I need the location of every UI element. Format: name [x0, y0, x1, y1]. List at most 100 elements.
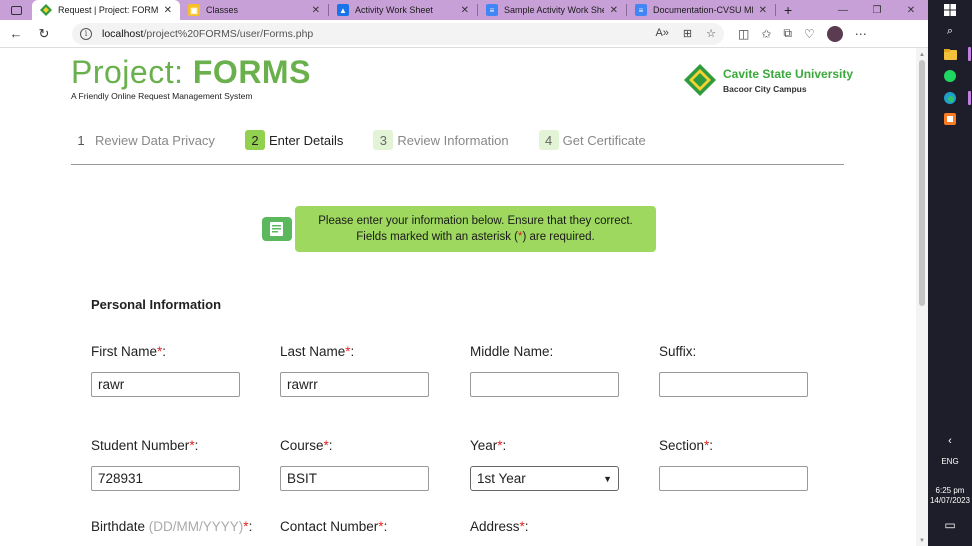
step-review-information[interactable]: 3 Review Information [373, 130, 509, 150]
first-name-group: First Name*: rawr [91, 344, 240, 397]
section-group: Section*: [659, 438, 808, 491]
suffix-label: Suffix: [659, 344, 697, 359]
close-icon[interactable]: ✕ [461, 5, 469, 16]
search-icon[interactable]: ⌕ [942, 24, 958, 38]
first-name-input[interactable]: rawr [91, 372, 240, 397]
windows-start-icon[interactable] [942, 3, 958, 17]
middle-name-input[interactable] [470, 372, 619, 397]
site-subtitle: A Friendly Online Request Management Sys… [71, 91, 253, 101]
section-label: Section*: [659, 438, 714, 453]
year-group: Year*: 1st Year ▼ [470, 438, 619, 491]
address-group: Address*: [470, 519, 529, 534]
favorites-icon[interactable]: ✩ [761, 27, 771, 41]
clock-date[interactable]: 14/07/2023 [928, 496, 972, 505]
active-indicator [968, 47, 971, 61]
first-name-label: First Name*: [91, 344, 167, 359]
scroll-up-icon[interactable]: ▲ [919, 52, 925, 58]
address-label: Address*: [470, 519, 529, 534]
step-number: 4 [538, 130, 559, 150]
language-indicator[interactable]: ENG [928, 457, 972, 466]
tab-documentation[interactable]: ≡ Documentation-CVSU MEI ✕ [627, 0, 775, 20]
course-group: Course*: BSIT [280, 438, 429, 491]
tab-sample-activity[interactable]: ≡ Sample Activity Work Shee ✕ [478, 0, 626, 20]
campus-name: Bacoor City Campus [723, 83, 807, 94]
notifications-icon[interactable]: ▭ [928, 518, 972, 532]
tab-activity-work-sheet[interactable]: ▲ Activity Work Sheet ✕ [329, 0, 477, 20]
contact-number-label: Contact Number*: [280, 519, 388, 534]
notice-line-2: Fields marked with an asterisk (*) are r… [295, 229, 656, 245]
more-menu-icon[interactable]: ⋯ [855, 27, 867, 41]
profile-avatar[interactable] [826, 25, 843, 42]
browser-tab-bar: Request | Project: FORMS ✕ ▣ Classes ✕ ▲… [0, 0, 928, 20]
page-scrollbar[interactable]: ▲ ▼ [916, 48, 928, 546]
url-field[interactable]: i localhost/project%20FORMS/user/Forms.p… [72, 22, 724, 45]
back-button[interactable]: ← [4, 22, 28, 46]
read-aloud-icon[interactable]: A» [655, 27, 668, 40]
app-available-icon[interactable]: ⊞ [683, 27, 692, 40]
notice-text: Fields marked with an asterisk ( [356, 231, 518, 243]
extensions-icon[interactable]: ♡ [804, 27, 815, 41]
step-get-certificate[interactable]: 4 Get Certificate [538, 130, 646, 150]
spotify-icon[interactable] [942, 69, 958, 83]
refresh-button[interactable]: ↻ [32, 22, 56, 46]
student-number-input[interactable]: 728931 [91, 466, 240, 491]
student-number-label: Student Number*: [91, 438, 199, 453]
close-window-button[interactable]: ✕ [894, 0, 928, 20]
chevron-down-icon: ▼ [603, 473, 612, 484]
suffix-input[interactable] [659, 372, 808, 397]
notice-line-1: Please enter your information below. Ens… [318, 215, 633, 227]
student-number-group: Student Number*: 728931 [91, 438, 240, 491]
new-tab-button[interactable]: + [776, 2, 800, 18]
clock-time[interactable]: 6:25 pm [928, 486, 972, 495]
course-label: Course*: [280, 438, 333, 453]
collections-icon[interactable]: ⧉ [783, 26, 792, 41]
middle-name-group: Middle Name: [470, 344, 619, 397]
favorite-star-icon[interactable]: ☆ [706, 27, 716, 40]
birthdate-group: Birthdate (DD/MM/YYYY)*: [91, 519, 252, 534]
section-title: Personal Information [91, 297, 222, 312]
last-name-group: Last Name*: rawrr [280, 344, 429, 397]
step-label: Review Data Privacy [95, 132, 215, 148]
url-path: /project%20FORMS/user/Forms.php [143, 27, 314, 40]
step-enter-details[interactable]: 2 Enter Details [244, 130, 343, 150]
notice-text: ) are required. [522, 231, 595, 243]
window-controls: — ❐ ✕ [826, 0, 928, 20]
tab-actions-button[interactable] [0, 0, 32, 20]
close-icon[interactable]: ✕ [164, 5, 172, 16]
course-input[interactable]: BSIT [280, 466, 429, 491]
last-name-label: Last Name*: [280, 344, 355, 359]
chevron-left-icon[interactable]: ‹ [942, 434, 958, 448]
year-select[interactable]: 1st Year ▼ [470, 466, 619, 491]
last-name-input[interactable]: rawrr [280, 372, 429, 397]
restore-button[interactable]: ❐ [860, 0, 894, 20]
tab-request-forms[interactable]: Request | Project: FORMS ✕ [32, 0, 180, 20]
xampp-icon[interactable] [942, 112, 958, 126]
close-icon[interactable]: ✕ [312, 5, 320, 16]
step-review-data-privacy[interactable]: 1 Review Data Privacy [71, 130, 215, 150]
divider [71, 164, 844, 165]
address-bar-row: ← ↻ i localhost/project%20FORMS/user/For… [0, 20, 928, 48]
section-input[interactable] [659, 466, 808, 491]
page-content: Project: FORMS A Friendly Online Request… [0, 48, 916, 546]
scrollbar-thumb[interactable] [919, 60, 925, 306]
file-explorer-icon[interactable] [942, 47, 958, 61]
scroll-down-icon[interactable]: ▼ [919, 538, 925, 544]
progress-steps: 1 Review Data Privacy 2 Enter Details 3 … [71, 130, 676, 150]
edge-browser-icon[interactable] [942, 91, 958, 105]
site-title-bold: FORMS [192, 54, 311, 90]
close-icon[interactable]: ✕ [610, 5, 618, 16]
contact-number-group: Contact Number*: [280, 519, 387, 534]
close-icon[interactable]: ✕ [759, 5, 767, 16]
docs-icon: ≡ [486, 4, 498, 16]
tab-title: Classes [206, 5, 239, 15]
split-screen-icon[interactable]: ◫ [738, 27, 749, 41]
middle-name-label: Middle Name: [470, 344, 554, 359]
step-label: Review Information [397, 132, 509, 148]
docs-icon: ≡ [635, 4, 647, 16]
tab-title: Documentation-CVSU MEI [653, 5, 753, 15]
info-icon[interactable]: i [80, 27, 92, 40]
tab-classes[interactable]: ▣ Classes ✕ [180, 0, 328, 20]
notice-message: Please enter your information below. Ens… [295, 206, 656, 252]
university-name: Cavite State University [723, 66, 854, 81]
minimize-button[interactable]: — [826, 0, 860, 20]
